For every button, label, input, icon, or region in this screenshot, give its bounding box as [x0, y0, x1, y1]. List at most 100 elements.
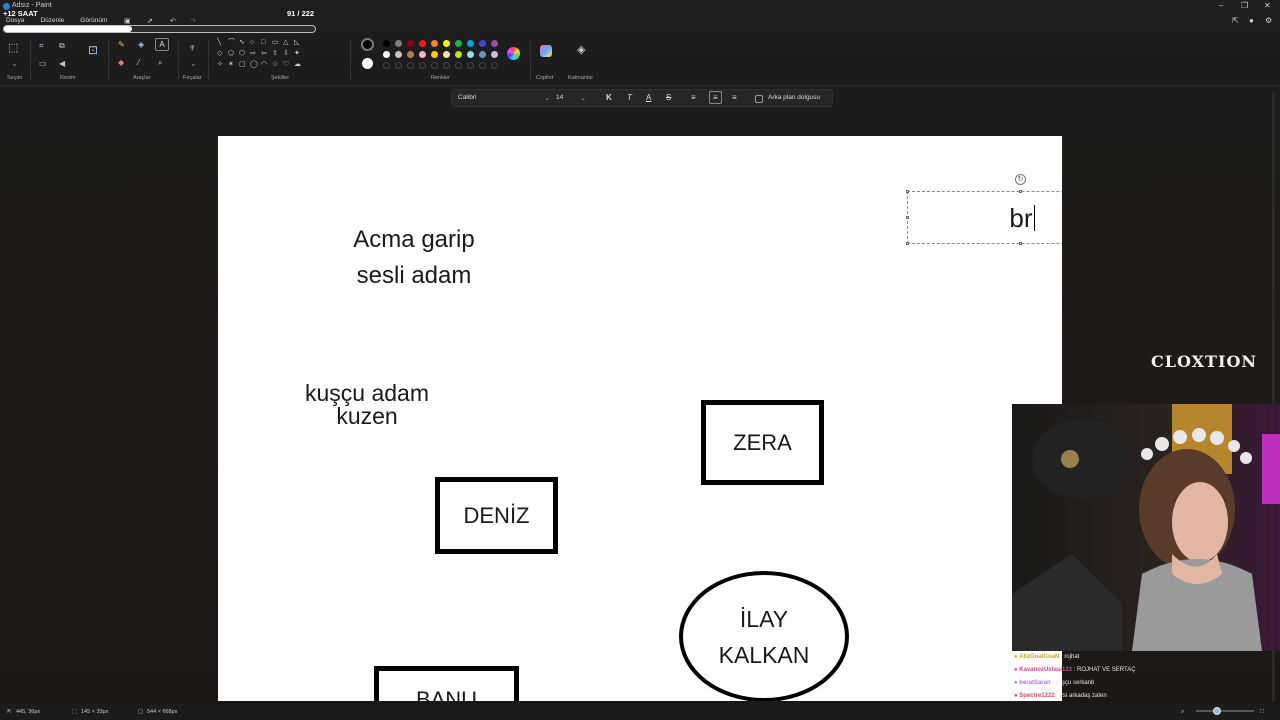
- fit-icon[interactable]: ⛶: [1260, 709, 1264, 716]
- shape-icon[interactable]: ⇩: [283, 50, 289, 58]
- share-icon[interactable]: ⇱: [1232, 16, 1239, 25]
- shape-icon[interactable]: ◺: [294, 39, 299, 47]
- brush-dropdown-icon[interactable]: ⌄: [190, 60, 197, 68]
- secondary-color[interactable]: [362, 58, 373, 69]
- rotate-icon[interactable]: ▭: [39, 60, 47, 68]
- shape-icon[interactable]: ▭: [272, 39, 279, 47]
- shape-icon[interactable]: ✦: [294, 50, 300, 58]
- color-swatch[interactable]: [479, 51, 486, 58]
- color-swatch[interactable]: [491, 51, 498, 58]
- rotate-handle-icon[interactable]: ↻: [1015, 174, 1026, 185]
- resize-handle[interactable]: [1019, 242, 1022, 245]
- color-swatch[interactable]: [407, 62, 414, 69]
- shape-icon[interactable]: ◠: [261, 61, 267, 69]
- shape-icon[interactable]: ⇦: [261, 50, 267, 58]
- color-swatch[interactable]: [491, 62, 498, 69]
- shape-icon[interactable]: ⇧: [272, 50, 278, 58]
- shape-icon[interactable]: ⇨: [250, 50, 256, 58]
- minimize-icon[interactable]: –: [1219, 1, 1223, 10]
- shape-icon[interactable]: ⌒: [228, 39, 235, 47]
- menu-edit[interactable]: Düzenle: [40, 17, 64, 24]
- resize-handle[interactable]: [906, 242, 909, 245]
- text-input-content[interactable]: br: [1009, 203, 1035, 234]
- shape-icon[interactable]: △: [283, 39, 288, 47]
- shape-icon[interactable]: ✶: [228, 61, 234, 69]
- shape-icon[interactable]: ◯: [250, 61, 258, 69]
- color-swatch[interactable]: [479, 40, 486, 47]
- color-swatch[interactable]: [395, 40, 402, 47]
- color-swatch[interactable]: [467, 40, 474, 47]
- color-swatch[interactable]: [455, 62, 462, 69]
- flip-icon[interactable]: ◀: [59, 60, 65, 68]
- edit-colors-icon[interactable]: [507, 47, 520, 60]
- shape-icon[interactable]: ○: [250, 39, 254, 47]
- shape-icon[interactable]: ☆: [272, 61, 278, 69]
- account-icon[interactable]: ●: [1249, 16, 1254, 25]
- magnifier-icon[interactable]: ⌕: [158, 59, 162, 67]
- color-swatch[interactable]: [443, 51, 450, 58]
- resize-handle[interactable]: [906, 190, 909, 193]
- shape-icon[interactable]: ⬡: [239, 50, 245, 58]
- color-swatch[interactable]: [419, 51, 426, 58]
- shape-icon[interactable]: ▢: [239, 61, 246, 69]
- share-file-icon[interactable]: ⇗: [147, 17, 153, 25]
- brush-icon[interactable]: ♆: [188, 43, 196, 54]
- font-size-select[interactable]: 14 ⌄: [556, 94, 586, 104]
- color-swatch[interactable]: [383, 62, 390, 69]
- undo-icon[interactable]: ↶: [170, 17, 176, 25]
- image-select-icon[interactable]: ⊡: [88, 44, 98, 56]
- color-swatch[interactable]: [395, 62, 402, 69]
- align-center-icon[interactable]: ≡: [709, 91, 722, 104]
- resize-handle[interactable]: [906, 216, 909, 219]
- color-swatch[interactable]: [431, 51, 438, 58]
- zoom-out-icon[interactable]: ⌕: [1181, 709, 1184, 716]
- italic-button[interactable]: T: [627, 93, 632, 102]
- zoom-slider[interactable]: [1196, 710, 1254, 712]
- color-swatch[interactable]: [431, 62, 438, 69]
- color-swatch[interactable]: [455, 51, 462, 58]
- resize-handle[interactable]: [1019, 190, 1022, 193]
- align-left-icon[interactable]: ≡: [691, 93, 696, 102]
- color-swatch[interactable]: [443, 40, 450, 47]
- color-swatch[interactable]: [419, 62, 426, 69]
- save-icon[interactable]: ▣: [124, 17, 131, 25]
- shape-icon[interactable]: ∿: [239, 39, 245, 47]
- color-swatch[interactable]: [443, 62, 450, 69]
- background-fill-checkbox[interactable]: [755, 95, 763, 103]
- maximize-icon[interactable]: ❐: [1241, 1, 1248, 10]
- shape-icon[interactable]: ☁: [294, 61, 301, 69]
- underline-button[interactable]: A: [646, 93, 651, 102]
- bold-button[interactable]: K: [606, 93, 612, 102]
- color-swatch[interactable]: [467, 51, 474, 58]
- shape-icon[interactable]: ✧: [217, 61, 223, 69]
- primary-color[interactable]: [361, 38, 374, 51]
- shape-icon[interactable]: ⬠: [228, 50, 234, 58]
- font-family-select[interactable]: Calibri ⌄: [458, 94, 550, 104]
- layers-icon[interactable]: ◈: [577, 45, 585, 56]
- menu-view[interactable]: Görünüm: [80, 17, 107, 24]
- settings-icon[interactable]: ⚙: [1265, 16, 1272, 25]
- color-swatch[interactable]: [395, 51, 402, 58]
- active-text-box[interactable]: br: [906, 190, 1062, 245]
- color-swatch[interactable]: [491, 40, 498, 47]
- shape-icon[interactable]: □: [261, 39, 265, 47]
- strikethrough-button[interactable]: S: [666, 93, 671, 102]
- pencil-icon[interactable]: ✎: [118, 41, 125, 49]
- drawing-canvas[interactable]: Acma garip sesli adam kuşçu adam kuzen Z…: [218, 136, 1062, 701]
- shape-icon[interactable]: ♡: [283, 61, 289, 69]
- selection-dropdown-icon[interactable]: ⌄: [11, 60, 18, 68]
- resize-icon[interactable]: ⧉: [59, 42, 65, 50]
- close-icon[interactable]: ✕: [1264, 1, 1271, 10]
- color-swatch[interactable]: [407, 51, 414, 58]
- color-swatch[interactable]: [383, 51, 390, 58]
- color-swatch[interactable]: [383, 40, 390, 47]
- align-right-icon[interactable]: ≡: [732, 93, 737, 102]
- selection-icon[interactable]: ⬚: [8, 43, 18, 54]
- color-swatch[interactable]: [479, 62, 486, 69]
- crop-icon[interactable]: ⌗: [39, 42, 44, 50]
- shape-icon[interactable]: ◇: [217, 50, 222, 58]
- zoom-slider-knob[interactable]: [1213, 707, 1221, 715]
- text-tool-icon[interactable]: A: [155, 38, 169, 51]
- redo-icon[interactable]: ↷: [190, 17, 196, 25]
- copilot-icon[interactable]: [540, 45, 552, 57]
